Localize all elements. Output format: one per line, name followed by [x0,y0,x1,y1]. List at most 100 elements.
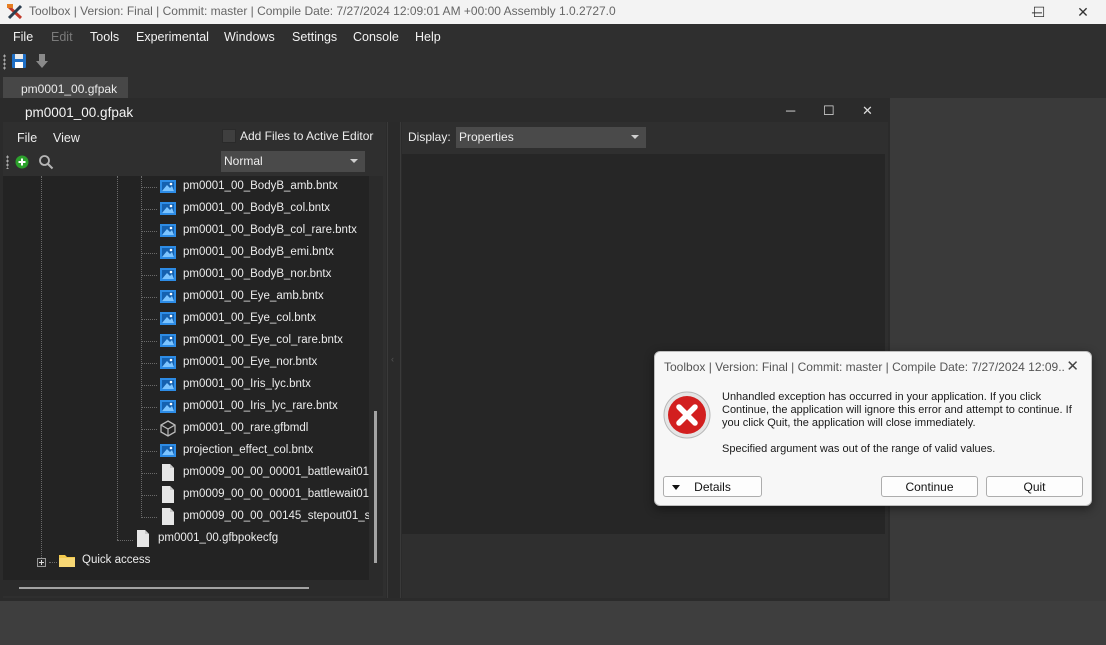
dialog-close-icon[interactable]: ✕ [1066,357,1079,375]
expand-toggle[interactable] [37,558,46,567]
add-file-icon[interactable] [15,155,29,169]
workspace-background [890,98,1106,601]
editor-menu-file[interactable]: File [17,131,37,145]
filter-mode-select[interactable]: Normal [221,151,365,172]
dialog-title: Toolbox | Version: Final | Commit: maste… [664,360,1064,374]
tree-guide [141,297,157,298]
tree-guide [141,341,157,342]
status-area [0,601,1106,645]
model-cube-icon [159,420,177,437]
tree-item-label: pm0009_00_00_00145_stepout01_star [183,510,369,522]
texture-icon [159,266,177,283]
exception-dialog: Toolbox | Version: Final | Commit: maste… [654,351,1092,506]
maximize-icon: ☐ [1032,3,1046,20]
tree-vertical-scrollbar[interactable] [369,176,383,580]
file-icon [159,508,177,525]
download-arrow-icon[interactable] [35,53,49,69]
texture-icon [159,376,177,393]
tree-guide [141,187,157,188]
tree-guide [141,275,157,276]
tree-guide [141,473,157,474]
tree-item-label: pm0001_00_Iris_lyc_rare.bntx [183,400,338,412]
menu-tools[interactable]: Tools [90,30,119,44]
texture-icon [159,398,177,415]
file-icon [134,530,152,547]
tree-item-label: pm0001_00_BodyB_nor.bntx [183,268,332,280]
filter-mode-value: Normal [224,154,263,168]
tree-guide [117,176,118,540]
quit-button[interactable]: Quit [986,476,1083,497]
tree-guide [141,517,157,518]
texture-icon [159,222,177,239]
main-toolbar [0,50,1106,74]
tree-guide [141,385,157,386]
scrollbar-thumb[interactable] [19,587,309,589]
search-icon[interactable] [38,154,54,170]
close-button[interactable]: ✕ [1060,0,1106,24]
tree-guide [49,562,57,563]
file-tree[interactable]: pm0001_00_BodyB_amb.bntx pm0001_00_BodyB_… [3,176,369,580]
document-tabstrip: pm0001_00.gfpak [0,74,1106,99]
toolbar-grip[interactable] [3,54,6,70]
window-title: Toolbox | Version: Final | Commit: maste… [29,4,616,18]
tree-item-label: pm0001_00_Eye_amb.bntx [183,290,324,302]
pane-splitter[interactable]: ‹ [387,122,401,598]
add-files-checkbox[interactable] [222,129,236,143]
gfpak-editor-window: pm0001_00.gfpak ─ ☐ ✕ File View Add File… [0,98,890,601]
tree-guide [141,176,142,518]
tab-label: pm0001_00.gfpak [21,82,118,96]
tree-guide [117,540,133,541]
display-label: Display: [408,130,451,144]
tree-toolbar-grip[interactable] [6,155,9,169]
tree-guide [141,495,157,496]
dialog-message: Unhandled exception has occurred in your… [722,391,1072,429]
texture-icon [159,288,177,305]
quit-label: Quit [1023,480,1046,494]
tree-item-label: pm0009_00_00_00001_battlewait01_lo [183,488,369,500]
tree-guide [141,231,157,232]
tree-item-label: pm0009_00_00_00001_battlewait01_lo [183,466,369,478]
splitter-chevron-icon: ‹ [391,354,394,364]
details-triangle-icon [672,485,680,490]
tree-guide [141,407,157,408]
editor-minimize-icon[interactable]: ─ [786,103,795,118]
tree-item-label: pm0001_00_Eye_nor.bntx [183,356,318,368]
texture-icon [159,178,177,195]
tree-guide [141,429,157,430]
editor-maximize-icon[interactable]: ☐ [823,103,835,119]
menu-file[interactable]: File [13,30,33,44]
file-icon [159,464,177,481]
tree-guide [141,451,157,452]
display-mode-select[interactable]: Properties [456,127,646,148]
tree-item-label: Quick access [82,554,151,566]
menu-edit[interactable]: Edit [51,30,73,44]
texture-icon [159,354,177,371]
menu-settings[interactable]: Settings [292,30,337,44]
menu-help[interactable]: Help [415,30,441,44]
tree-guide [141,319,157,320]
tree-item-label: pm0001_00_BodyB_col_rare.bntx [183,224,357,236]
folder-icon [58,552,76,569]
editor-close-icon[interactable]: ✕ [862,103,873,119]
close-icon: ✕ [1077,3,1089,20]
scrollbar-thumb[interactable] [374,411,377,563]
toolbox-app-icon [6,4,23,20]
chevron-down-icon [631,135,639,139]
tab-pm0001-gfpak[interactable]: pm0001_00.gfpak [3,77,128,99]
file-tree-pane: File View Add Files to Active Editor Nor… [3,122,386,598]
tree-item-label: pm0001_00_Eye_col.bntx [183,312,316,324]
texture-icon [159,310,177,327]
details-button[interactable]: Details [663,476,762,497]
add-files-label: Add Files to Active Editor [240,129,374,143]
continue-button[interactable]: Continue [881,476,978,497]
tree-item-label: projection_effect_col.bntx [183,444,314,456]
menu-console[interactable]: Console [353,30,399,44]
menu-windows[interactable]: Windows [224,30,275,44]
save-icon[interactable] [11,53,27,69]
tree-horizontal-scrollbar[interactable] [3,580,383,596]
editor-menu-view[interactable]: View [53,131,80,145]
maximize-button[interactable]: ☐ [1016,0,1062,24]
main-menubar: File Edit Tools Experimental Windows Set… [0,24,1106,50]
menu-experimental[interactable]: Experimental [136,30,209,44]
tree-item-label: pm0001_00_BodyB_col.bntx [183,202,331,214]
